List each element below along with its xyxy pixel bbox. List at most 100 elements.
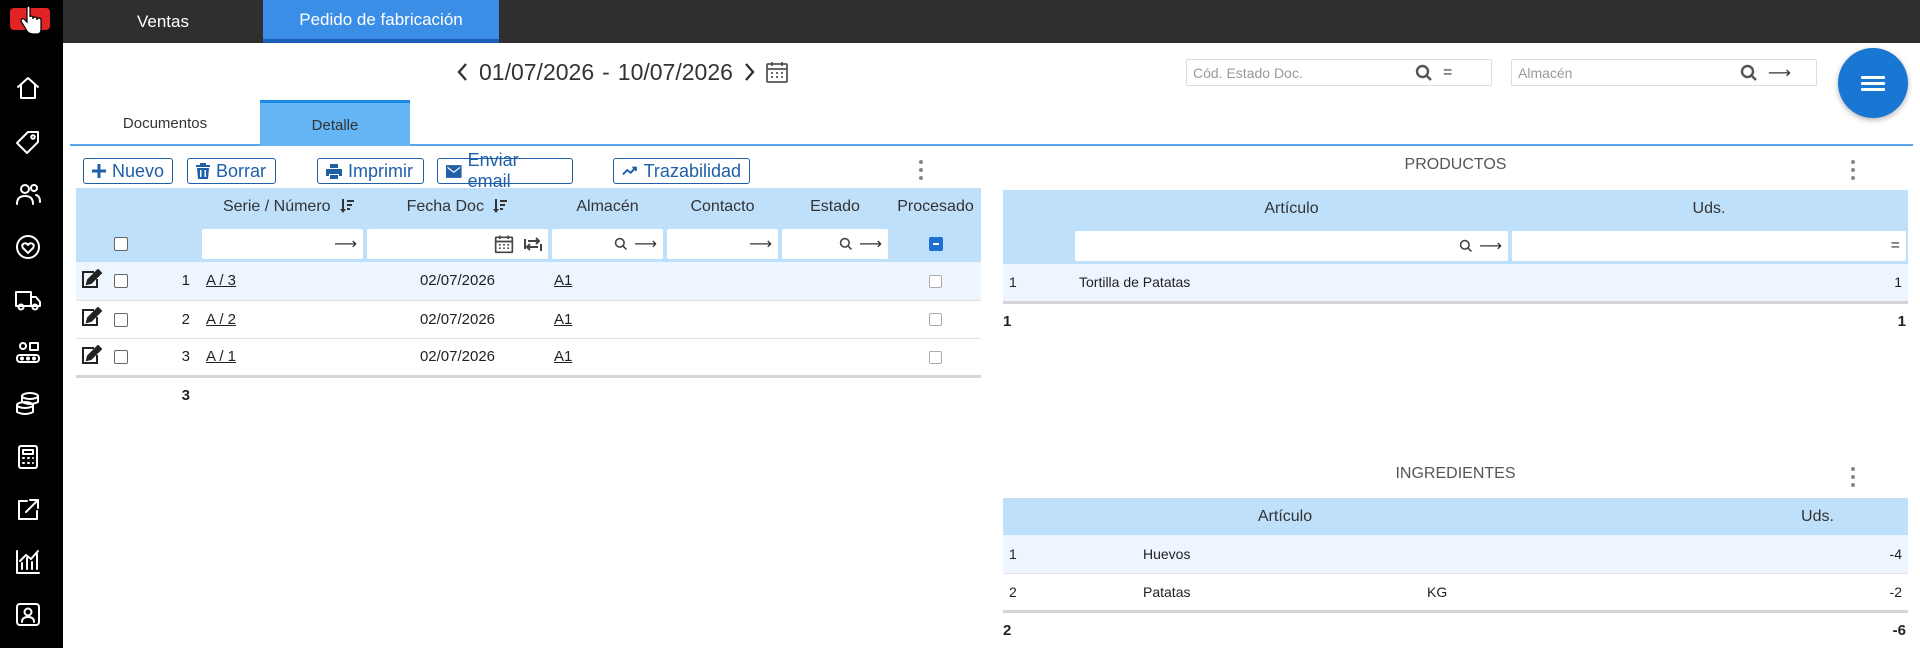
col-almacen[interactable]: Almacén xyxy=(550,188,665,225)
documents-more-icon[interactable] xyxy=(918,160,924,180)
trazabilidad-button[interactable]: Trazabilidad xyxy=(613,158,750,184)
serie-filter-input[interactable]: ⟶ xyxy=(202,228,363,259)
table-row[interactable]: 1 Huevos -4 xyxy=(1003,535,1908,574)
search-icon[interactable] xyxy=(1415,64,1433,82)
sort-desc-icon[interactable] xyxy=(339,198,355,214)
row-checkbox[interactable] xyxy=(114,274,128,289)
fecha-cell: 02/07/2026 xyxy=(365,262,550,301)
table-row[interactable]: 3 A / 1 02/07/2026 A1 xyxy=(76,338,981,377)
search-icon[interactable] xyxy=(1459,239,1473,253)
uds-cell: -4 xyxy=(1727,535,1908,574)
search-icon[interactable] xyxy=(1740,64,1758,82)
search-icon[interactable] xyxy=(839,237,853,251)
truck-icon[interactable] xyxy=(14,286,42,314)
edit-icon[interactable] xyxy=(80,268,103,289)
nuevo-button[interactable]: Nuevo xyxy=(83,158,173,184)
estado-doc-operator[interactable]: = xyxy=(1443,64,1491,82)
estado-cell xyxy=(780,262,890,301)
col-uds[interactable]: Uds. xyxy=(1510,190,1908,227)
procesado-checkbox[interactable] xyxy=(929,313,942,327)
production-icon[interactable] xyxy=(14,338,42,366)
row-checkbox[interactable] xyxy=(114,350,128,365)
serie-link[interactable]: A / 3 xyxy=(206,272,236,289)
date-to[interactable]: 10/07/2026 xyxy=(618,59,733,86)
almacen-filter-input[interactable]: ⟶ xyxy=(552,228,663,259)
heart-icon[interactable] xyxy=(14,233,42,261)
almacen-filter[interactable]: Almacén ⟶ xyxy=(1511,59,1817,86)
tab-detalle[interactable]: Detalle xyxy=(260,100,410,146)
almacen-operator[interactable]: ⟶ xyxy=(1768,63,1816,83)
hand-cursor-icon xyxy=(20,6,42,35)
contacto-filter-input[interactable]: ⟶ xyxy=(667,228,778,259)
tab-pedido-fabricacion[interactable]: Pedido de fabricación xyxy=(263,0,499,43)
ingredientes-header-row: Artículo Uds. xyxy=(1003,498,1908,535)
estado-doc-filter[interactable]: Cód. Estado Doc. = xyxy=(1186,59,1492,86)
procesado-filter-checkbox[interactable] xyxy=(928,237,943,252)
fecha-filter-input[interactable] xyxy=(367,228,548,259)
table-row[interactable]: 1 A / 3 02/07/2026 A1 xyxy=(76,262,981,301)
procesado-checkbox[interactable] xyxy=(929,350,942,364)
sub-tabs: Documentos Detalle xyxy=(70,100,1913,146)
col-uds[interactable]: Uds. xyxy=(1727,498,1908,535)
stats-icon[interactable] xyxy=(14,548,42,576)
col-articulo[interactable]: Artículo xyxy=(1073,190,1510,227)
serie-link[interactable]: A / 2 xyxy=(206,311,236,328)
edit-icon[interactable] xyxy=(80,344,103,365)
tag-icon[interactable] xyxy=(14,128,42,156)
col-contacto[interactable]: Contacto xyxy=(665,188,780,225)
table-row[interactable]: 1 Tortilla de Patatas 1 xyxy=(1003,264,1908,303)
ingredientes-footer-row: 2 -6 xyxy=(1003,609,1908,649)
contacto-cell xyxy=(665,300,780,339)
documents-table: Serie / Número Fecha Doc Almacén Contact… xyxy=(76,188,981,414)
estado-cell xyxy=(780,300,890,339)
sidebar xyxy=(0,0,63,648)
home-icon[interactable] xyxy=(14,74,42,102)
uds-filter-input[interactable]: = xyxy=(1512,230,1906,261)
calendar-icon[interactable] xyxy=(765,60,789,84)
borrar-button[interactable]: Borrar xyxy=(187,158,276,184)
calculator-icon[interactable] xyxy=(14,443,42,471)
unidad-cell: KG xyxy=(1427,573,1727,612)
contacts-icon[interactable] xyxy=(14,180,42,208)
almacen-link[interactable]: A1 xyxy=(554,272,572,289)
coins-icon[interactable] xyxy=(14,390,42,418)
almacen-link[interactable]: A1 xyxy=(554,348,572,365)
uds-cell: -2 xyxy=(1727,573,1908,612)
calendar-icon[interactable] xyxy=(494,234,514,254)
procesado-checkbox[interactable] xyxy=(929,274,942,288)
tab-ventas[interactable]: Ventas xyxy=(63,0,263,43)
search-icon[interactable] xyxy=(614,237,628,251)
productos-more-icon[interactable] xyxy=(1850,160,1856,180)
hamburger-icon xyxy=(1861,73,1885,94)
chevron-right-icon[interactable] xyxy=(741,60,757,84)
col-procesado[interactable]: Procesado xyxy=(890,188,981,225)
sort-desc-icon[interactable] xyxy=(492,198,508,214)
select-all-checkbox[interactable] xyxy=(114,237,128,252)
table-row[interactable]: 2 A / 2 02/07/2026 A1 xyxy=(76,300,981,339)
ingredientes-title: INGREDIENTES xyxy=(1395,465,1516,482)
user-card-icon[interactable] xyxy=(14,600,42,628)
col-estado[interactable]: Estado xyxy=(780,188,890,225)
ingredientes-more-icon[interactable] xyxy=(1850,467,1856,487)
enviar-email-button[interactable]: Enviar email xyxy=(437,150,573,191)
col-fecha-doc[interactable]: Fecha Doc xyxy=(365,188,550,225)
table-row[interactable]: 2 Patatas KG -2 xyxy=(1003,573,1908,612)
row-checkbox[interactable] xyxy=(114,312,128,327)
row-number: 2 xyxy=(1003,573,1143,612)
external-edit-icon[interactable] xyxy=(14,496,42,524)
tab-documentos[interactable]: Documentos xyxy=(70,100,260,146)
trash-icon xyxy=(196,163,210,179)
col-articulo[interactable]: Artículo xyxy=(1143,498,1427,535)
serie-link[interactable]: A / 1 xyxy=(206,348,236,365)
date-range-selector: 01/07/2026 - 10/07/2026 xyxy=(455,56,789,88)
range-icon[interactable] xyxy=(524,236,542,252)
edit-icon[interactable] xyxy=(80,306,103,327)
imprimir-button[interactable]: Imprimir xyxy=(317,158,424,184)
estado-filter-input[interactable]: ⟶ xyxy=(782,228,888,259)
date-from[interactable]: 01/07/2026 xyxy=(479,59,594,86)
chevron-left-icon[interactable] xyxy=(455,60,471,84)
imprimir-label: Imprimir xyxy=(348,160,413,181)
almacen-link[interactable]: A1 xyxy=(554,311,572,328)
articulo-filter-input[interactable]: ⟶ xyxy=(1075,230,1508,261)
col-serie-numero[interactable]: Serie / Número xyxy=(200,188,365,225)
